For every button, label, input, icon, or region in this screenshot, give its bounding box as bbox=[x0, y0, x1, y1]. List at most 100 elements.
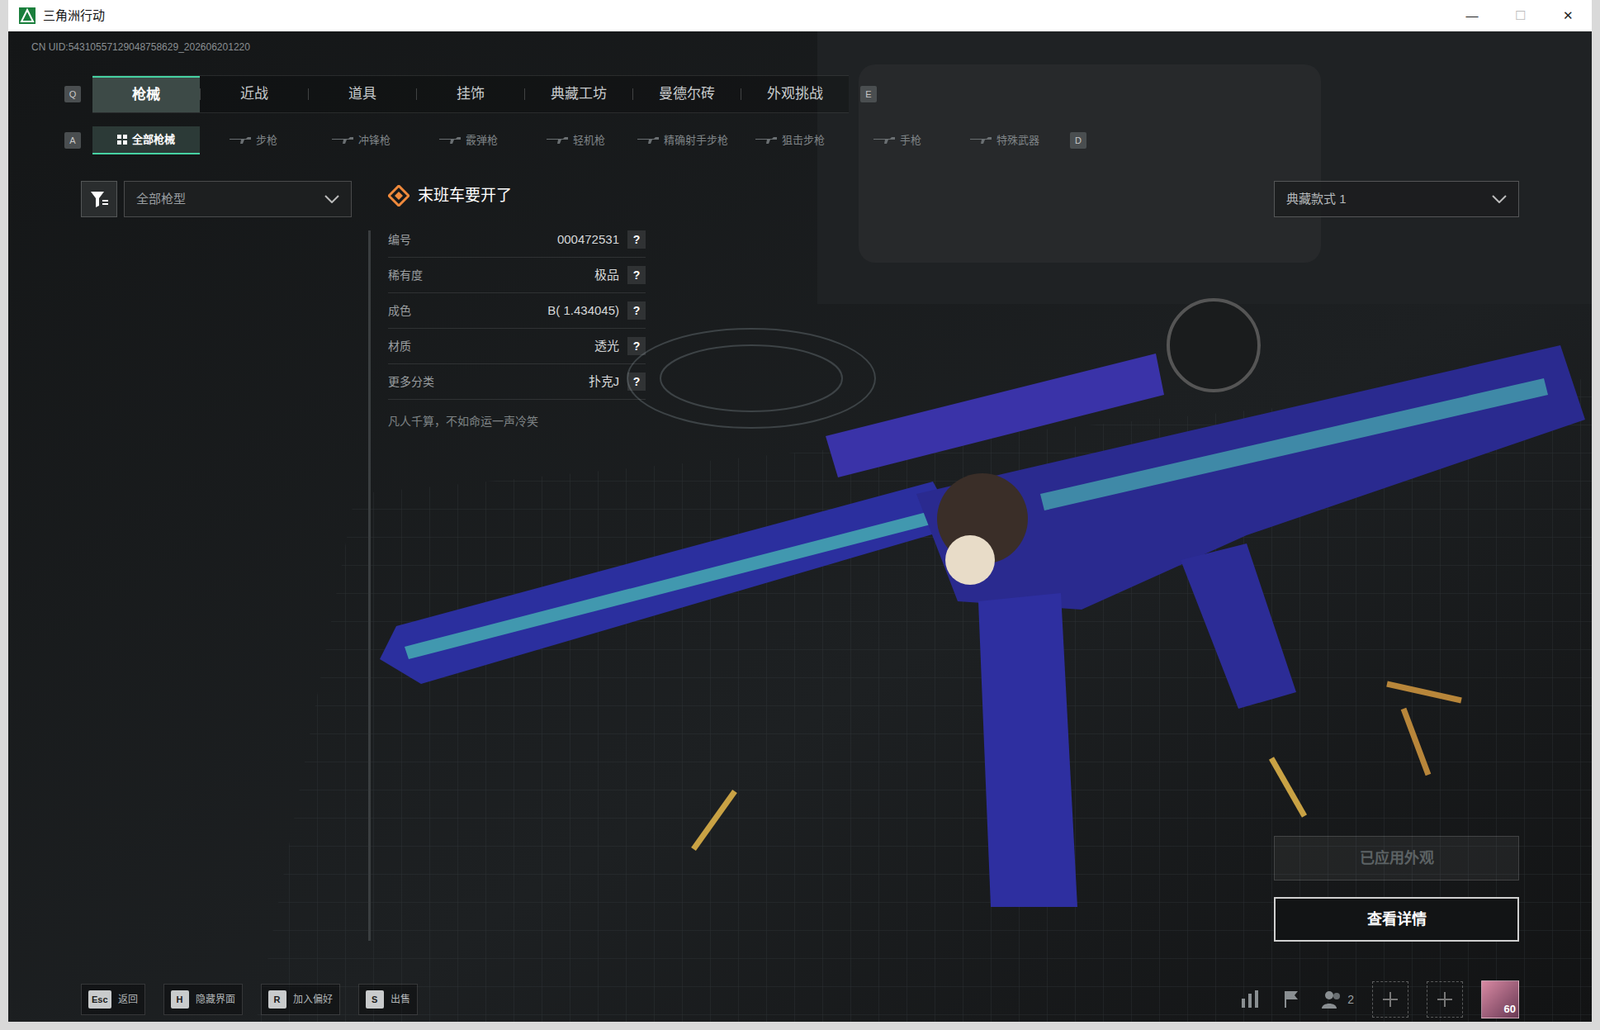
bottom-bar: Esc返回 H隐藏界面 R 加入偏好 S出售 2 60 bbox=[8, 982, 1592, 1016]
key-cap: R bbox=[268, 989, 287, 1009]
tab-label: 挂饰 bbox=[456, 83, 485, 105]
grid-icon bbox=[117, 134, 128, 145]
tab-separator bbox=[416, 88, 417, 100]
applied-skin-button: 已应用外观 bbox=[1273, 835, 1520, 881]
hint-label: 隐藏界面 bbox=[195, 991, 236, 1007]
title-bar: 三角洲行动—☐✕ bbox=[8, 0, 1592, 32]
people-icon bbox=[1320, 989, 1343, 1009]
sub-tab[interactable]: 霰弹枪 bbox=[414, 126, 522, 155]
flag-icon[interactable] bbox=[1279, 987, 1303, 1011]
plus-icon bbox=[1437, 991, 1453, 1007]
field-label: 稀有度 bbox=[388, 266, 479, 285]
sub-tab[interactable]: 步枪 bbox=[199, 126, 308, 155]
tab-separator bbox=[199, 88, 201, 100]
subtab-label: 手枪 bbox=[899, 132, 922, 149]
sub-tab[interactable]: 特殊武器 bbox=[951, 126, 1059, 155]
sub-tab[interactable]: 冲锋枪 bbox=[307, 126, 415, 155]
key-hint[interactable]: R 加入偏好 bbox=[260, 983, 341, 1015]
field-value: B( 1.434045) bbox=[478, 301, 620, 321]
item-fields: 编号000472531?稀有度极品?成色B( 1.434045)?材质透光?更多… bbox=[388, 222, 653, 400]
help-button[interactable]: ? bbox=[627, 230, 646, 249]
hint-label: 加入偏好 bbox=[293, 991, 333, 1007]
main-tab[interactable]: 道具 bbox=[308, 75, 417, 113]
subtab-label: 轻机枪 bbox=[572, 132, 606, 149]
field-value: 000472531 bbox=[478, 230, 620, 250]
item-field-row: 稀有度极品? bbox=[388, 257, 646, 294]
main-tab[interactable]: 曼德尔砖 bbox=[633, 75, 741, 113]
weapon-list-panel: 全部枪型 bbox=[80, 180, 352, 942]
dropdown-value: 全部枪型 bbox=[136, 189, 325, 209]
game-area: CN UID:54310557129048758629_202606201220… bbox=[8, 31, 1592, 1022]
team-count: 2 bbox=[1347, 990, 1354, 1009]
field-value: 透光 bbox=[478, 336, 620, 356]
maximize-button[interactable]: ☐ bbox=[1495, 0, 1544, 32]
filter-row: 全部枪型 bbox=[80, 180, 352, 218]
field-label: 更多分类 bbox=[388, 373, 479, 391]
main-tab[interactable]: 枪械 bbox=[92, 75, 200, 113]
key-hint[interactable]: Esc返回 bbox=[80, 983, 146, 1015]
minimize-button[interactable]: — bbox=[1448, 0, 1496, 32]
item-field-row: 编号000472531? bbox=[388, 222, 646, 258]
tab-label: 典藏工坊 bbox=[550, 83, 607, 105]
button-label: 已应用外观 bbox=[1359, 847, 1435, 870]
invite-slot[interactable] bbox=[1426, 980, 1463, 1018]
prev-tab-key[interactable]: Q bbox=[64, 85, 81, 103]
scrollbar[interactable] bbox=[368, 230, 371, 941]
field-label: 编号 bbox=[388, 231, 479, 249]
sub-tab[interactable]: 轻机枪 bbox=[521, 126, 630, 155]
close-button[interactable]: ✕ bbox=[1543, 0, 1592, 32]
prev-subtab-key[interactable]: A bbox=[64, 132, 81, 149]
style-dropdown[interactable]: 典藏款式 1 bbox=[1273, 180, 1520, 218]
sub-tab[interactable]: 手枪 bbox=[843, 126, 952, 155]
gun-icon bbox=[229, 136, 251, 145]
view-details-button[interactable]: 查看详情 bbox=[1273, 896, 1520, 942]
next-tab-key[interactable]: E bbox=[860, 85, 877, 103]
main-tab[interactable]: 挂饰 bbox=[416, 75, 525, 113]
gun-icon bbox=[439, 136, 461, 145]
tab-separator bbox=[740, 88, 742, 100]
next-subtab-key[interactable]: D bbox=[1069, 132, 1087, 149]
gun-icon bbox=[331, 136, 354, 145]
subtab-label: 精确射手步枪 bbox=[663, 132, 729, 149]
tab-separator bbox=[632, 88, 634, 100]
help-button[interactable]: ? bbox=[627, 301, 646, 320]
main-tab[interactable]: 典藏工坊 bbox=[525, 75, 633, 113]
main-tabs: 枪械 近战道具 挂饰 典藏工坊 曼德尔砖 外观挑战 bbox=[92, 75, 849, 114]
item-field-row: 成色B( 1.434045)? bbox=[388, 293, 646, 329]
gun-icon bbox=[637, 136, 659, 145]
help-button[interactable]: ? bbox=[627, 265, 646, 285]
plus-icon bbox=[1382, 991, 1398, 1007]
item-title-row: 末班车要开了 bbox=[388, 180, 653, 211]
subtab-label: 狙击步枪 bbox=[781, 132, 825, 149]
main-tab[interactable]: 外观挑战 bbox=[741, 75, 849, 113]
stats-chart-icon[interactable] bbox=[1238, 987, 1262, 1011]
item-title: 末班车要开了 bbox=[417, 184, 512, 209]
player-level: 60 bbox=[1504, 1000, 1516, 1018]
help-button[interactable]: ? bbox=[627, 336, 646, 356]
subtab-label: 冲锋枪 bbox=[358, 132, 391, 149]
key-hint[interactable]: S出售 bbox=[358, 983, 418, 1015]
player-avatar[interactable]: 60 bbox=[1481, 979, 1520, 1018]
sub-tab-bar: A 全部枪械 步枪 冲锋枪 霰弹枪 轻机枪 精确射手步枪 狙击步枪 手枪 特殊武器 D bbox=[8, 126, 1592, 155]
help-button[interactable]: ? bbox=[627, 372, 646, 391]
chevron-down-icon bbox=[1491, 194, 1507, 204]
tab-label: 外观挑战 bbox=[766, 83, 824, 105]
gun-icon bbox=[970, 136, 992, 145]
key-hint[interactable]: H隐藏界面 bbox=[163, 983, 243, 1015]
filter-button[interactable] bbox=[80, 180, 118, 218]
weapon-type-dropdown[interactable]: 全部枪型 bbox=[123, 180, 352, 218]
gun-icon bbox=[755, 136, 777, 145]
sub-tab[interactable]: 狙击步枪 bbox=[736, 126, 844, 155]
social-bar: 2 60 bbox=[1238, 979, 1520, 1018]
invite-slot[interactable] bbox=[1372, 980, 1409, 1018]
main-tab[interactable]: 近战 bbox=[200, 75, 308, 113]
team-button[interactable]: 2 bbox=[1320, 989, 1354, 1009]
sub-tab[interactable]: 全部枪械 bbox=[92, 126, 200, 155]
key-cap: S bbox=[365, 989, 384, 1009]
subtab-label: 霰弹枪 bbox=[465, 132, 498, 149]
game-logo-icon bbox=[18, 6, 37, 25]
tab-separator bbox=[307, 88, 309, 100]
sub-tab[interactable]: 精确射手步枪 bbox=[629, 126, 737, 155]
tab-label: 枪械 bbox=[132, 84, 161, 106]
subtab-label: 全部枪械 bbox=[132, 131, 176, 148]
